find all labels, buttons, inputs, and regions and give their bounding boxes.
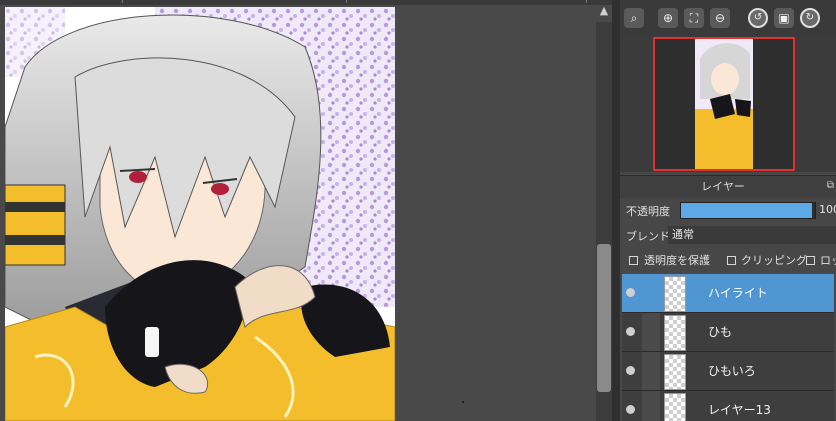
layer-name: レイヤー13 xyxy=(708,403,771,417)
layer-panel-title: レイヤー xyxy=(701,180,745,193)
opacity-label: 不透明度 xyxy=(626,205,670,218)
layer-row[interactable]: ひもいろ xyxy=(622,352,834,391)
navigator-thumbnail xyxy=(695,39,753,169)
layer-list: ハイライト ひも ひもいろ レイヤー13 xyxy=(622,274,836,421)
layer-row[interactable]: レイヤー13 xyxy=(622,391,834,421)
tab-divider xyxy=(122,0,123,3)
navigator-viewport-frame[interactable] xyxy=(653,37,795,171)
vertical-scrollbar-thumb[interactable] xyxy=(597,244,611,392)
fit-window-icon[interactable]: ⛶ xyxy=(684,8,704,28)
canvas-area[interactable]: ▲ xyxy=(0,0,612,421)
right-panel: ⌕ ⊕ ⛶ ⊖ ↺ ▣ ↻ レイヤー ⧉ 不透明度 100 ブレンド 通常 透 xyxy=(620,0,836,421)
blend-label: ブレンド xyxy=(626,230,670,243)
clipping-label: クリッピング xyxy=(741,254,807,267)
opacity-slider-fill xyxy=(681,203,813,218)
scroll-up-arrow-icon[interactable]: ▲ xyxy=(597,4,611,18)
layer-indicator xyxy=(642,313,660,351)
visibility-eye-icon[interactable] xyxy=(626,327,635,336)
tab-divider xyxy=(586,0,587,3)
layer-thumbnail xyxy=(664,315,686,351)
layer-indicator xyxy=(642,352,660,390)
panel-divider[interactable] xyxy=(612,0,620,421)
opacity-value: 100 xyxy=(819,203,836,216)
navigator-preview[interactable] xyxy=(620,36,836,172)
layer-options-row: 透明度を保護 クリッピング ロッ xyxy=(620,252,836,270)
popout-icon[interactable]: ⧉ xyxy=(827,180,834,191)
layer-indicator xyxy=(642,274,660,312)
opacity-slider[interactable] xyxy=(680,202,816,219)
tab-divider xyxy=(346,0,347,3)
artwork-canvas[interactable] xyxy=(5,7,395,421)
layer-thumbnail xyxy=(664,393,686,421)
visibility-eye-icon[interactable] xyxy=(626,405,635,414)
clipping-checkbox[interactable] xyxy=(727,256,736,265)
zoom-fit-icon[interactable]: ⌕ xyxy=(624,8,644,28)
layer-thumbnail xyxy=(664,354,686,390)
artwork-illustration xyxy=(5,7,395,421)
visibility-eye-icon[interactable] xyxy=(626,366,635,375)
zoom-in-icon[interactable]: ⊕ xyxy=(658,8,678,28)
layer-name: ひもいろ xyxy=(708,364,756,378)
layer-name: ハイライト xyxy=(708,286,768,300)
layer-row[interactable]: ひも xyxy=(622,313,834,352)
tab-strip xyxy=(0,0,612,5)
layer-row[interactable]: ハイライト xyxy=(622,274,834,313)
protect-alpha-checkbox[interactable] xyxy=(629,256,638,265)
lock-checkbox[interactable] xyxy=(806,256,815,265)
canvas-dot xyxy=(462,401,464,403)
zoom-out-icon[interactable]: ⊖ xyxy=(710,8,730,28)
rotate-right-icon[interactable]: ↻ xyxy=(800,8,820,28)
layer-name: ひも xyxy=(708,325,733,339)
blend-mode-select[interactable]: 通常 xyxy=(668,226,836,244)
layer-thumbnail xyxy=(664,276,686,312)
reset-view-icon[interactable]: ▣ xyxy=(774,8,794,28)
layer-indicator xyxy=(642,391,660,421)
visibility-eye-icon[interactable] xyxy=(626,288,635,297)
navigator-toolbar: ⌕ ⊕ ⛶ ⊖ ↺ ▣ ↻ xyxy=(620,0,836,36)
lock-label: ロッ xyxy=(820,254,836,267)
layer-panel-header: レイヤー ⧉ xyxy=(620,175,836,198)
protect-alpha-label: 透明度を保護 xyxy=(644,254,710,267)
rotate-left-icon[interactable]: ↺ xyxy=(748,8,768,28)
